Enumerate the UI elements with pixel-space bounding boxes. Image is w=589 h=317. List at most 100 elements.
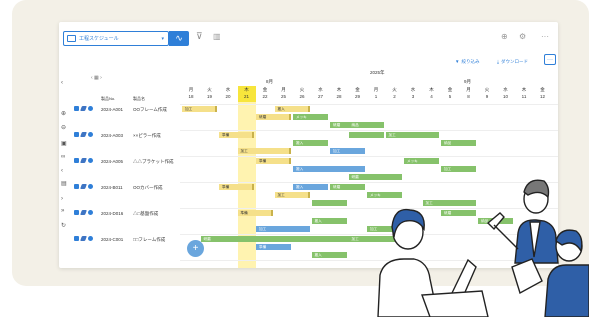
download-button[interactable]: ⤓ ダウンロード xyxy=(497,56,528,67)
document-icon[interactable] xyxy=(74,132,79,137)
task-bar[interactable]: 納品 xyxy=(441,140,476,146)
zoom-in-icon[interactable]: ⊕ xyxy=(61,110,66,117)
date-label[interactable]: 4 xyxy=(423,94,441,99)
edit-icon[interactable] xyxy=(80,158,87,163)
edit-icon[interactable] xyxy=(80,106,87,111)
date-label[interactable]: 25 xyxy=(275,94,293,99)
document-icon[interactable] xyxy=(74,236,79,241)
date-label[interactable]: 29 xyxy=(349,94,367,99)
calendar-icon[interactable]: ▤ xyxy=(61,180,67,187)
task-bar[interactable]: 加工 xyxy=(330,148,365,154)
task-bar[interactable] xyxy=(348,132,384,138)
date-label[interactable]: 9 xyxy=(478,94,496,99)
date-label[interactable]: 27 xyxy=(312,94,330,99)
gear-icon[interactable]: ⚙ xyxy=(519,32,526,41)
row-icons xyxy=(74,236,93,241)
plus-icon[interactable]: ⊕ xyxy=(501,32,508,41)
filter-button[interactable]: ▼ 絞り込み xyxy=(455,56,479,67)
task-bar[interactable]: 研磨 xyxy=(330,184,365,190)
status-icon[interactable] xyxy=(88,184,93,189)
table-row[interactable]: 2024-A005 △△ブラケット作成 xyxy=(73,156,177,182)
task-bar[interactable]: 研磨 xyxy=(256,114,291,120)
date-label[interactable]: 20 xyxy=(219,94,237,99)
task-bar[interactable]: 準備 xyxy=(256,244,291,250)
edit-icon[interactable] xyxy=(80,132,87,137)
task-bar[interactable]: メッキ xyxy=(404,158,439,164)
task-bar[interactable]: 加工 xyxy=(385,132,439,138)
bar-chart-icon[interactable]: ▥ xyxy=(213,32,223,42)
document-icon[interactable] xyxy=(74,210,79,215)
date-label[interactable]: 28 xyxy=(330,94,348,99)
task-bar[interactable]: 加工 xyxy=(182,106,217,112)
date-label[interactable]: 5 xyxy=(441,94,459,99)
table-row[interactable]: 2024-B011 OOカバー作成 xyxy=(73,182,177,208)
task-bar[interactable]: 準備 xyxy=(256,158,291,164)
date-label[interactable]: 12 xyxy=(534,94,552,99)
weekday-label: 水 xyxy=(318,87,323,92)
task-bar[interactable]: 加工 xyxy=(237,148,291,154)
status-icon[interactable] xyxy=(88,106,93,111)
task-bar[interactable]: 搬入 xyxy=(311,252,347,258)
add-fab-button[interactable]: + xyxy=(187,240,204,257)
task-bar[interactable]: メッキ xyxy=(293,114,328,120)
date-label[interactable]: 1 xyxy=(367,94,385,99)
row-icons xyxy=(74,210,93,215)
task-bar[interactable]: 搬入 xyxy=(311,218,347,224)
task-bar[interactable]: 納品 xyxy=(348,122,384,128)
task-bar[interactable]: 加工 xyxy=(256,226,310,232)
date-label[interactable]: 10 xyxy=(497,94,515,99)
wave-chart-button[interactable]: ∿ xyxy=(169,31,189,46)
date-label[interactable]: 21 xyxy=(238,94,256,99)
date-label[interactable]: 26 xyxy=(293,94,311,99)
task-bar[interactable]: 搬入 xyxy=(293,140,328,146)
date-label[interactable]: 11 xyxy=(515,94,533,99)
weekday-label: 木 xyxy=(336,87,342,92)
task-bar[interactable]: 搬入 xyxy=(293,166,365,172)
table-row[interactable]: 2024-D016 △□基盤作成 xyxy=(73,208,177,234)
status-icon[interactable] xyxy=(88,158,93,163)
date-label[interactable]: 3 xyxy=(404,94,422,99)
task-bar[interactable]: 搬入 xyxy=(274,106,310,112)
arrow-right-icon[interactable]: › xyxy=(61,196,63,202)
column-header-name: 製品名 xyxy=(133,96,145,101)
image-icon[interactable]: ▣ xyxy=(61,140,67,147)
task-bar[interactable]: 準備 xyxy=(219,132,254,138)
weekday-label: 木 xyxy=(244,87,249,92)
date-label[interactable]: 19 xyxy=(201,94,219,99)
status-icon[interactable] xyxy=(88,236,93,241)
document-icon[interactable] xyxy=(74,184,79,189)
zoom-out-icon[interactable]: ⊖ xyxy=(61,124,66,131)
more-button[interactable]: ··· xyxy=(544,54,556,65)
edit-icon[interactable] xyxy=(80,210,87,215)
task-bar[interactable]: 加工 xyxy=(274,192,310,198)
weekday-label: 月 xyxy=(466,87,471,92)
product-no: 2024-A005 xyxy=(101,159,124,164)
view-select-dropdown[interactable]: 工程スケジュール ▾ xyxy=(63,31,169,46)
date-label[interactable]: 8 xyxy=(460,94,478,99)
edit-icon[interactable] xyxy=(80,184,87,189)
table-row[interactable]: 2024-A003 ××ピラー作成 xyxy=(73,130,177,156)
expand-icon[interactable]: » xyxy=(61,208,64,214)
status-icon[interactable] xyxy=(88,132,93,137)
ellipsis-icon[interactable]: ··· xyxy=(541,32,549,41)
download-icon: ⤓ xyxy=(497,59,499,64)
arrow-left-icon[interactable]: ‹ xyxy=(61,168,63,174)
task-bar[interactable] xyxy=(311,200,347,206)
date-label[interactable]: 22 xyxy=(256,94,274,99)
task-bar[interactable]: 準備 xyxy=(237,210,273,216)
status-icon[interactable] xyxy=(88,210,93,215)
document-icon[interactable] xyxy=(74,158,79,163)
grid-nav[interactable]: ‹ ▦ › xyxy=(91,75,102,81)
table-row[interactable]: 2024-C001 □□フレーム作成 xyxy=(73,234,177,260)
document-icon[interactable] xyxy=(74,106,79,111)
refresh-icon[interactable]: ↻ xyxy=(61,222,66,229)
task-bar[interactable]: 準備 xyxy=(219,184,254,190)
filter-icon[interactable]: ⊽ xyxy=(196,32,205,41)
collapse-icon[interactable]: ‹ xyxy=(61,80,63,86)
edit-icon[interactable] xyxy=(80,236,87,241)
link-icon[interactable]: ∞ xyxy=(61,154,65,160)
date-label[interactable]: 2 xyxy=(386,94,404,99)
table-row[interactable]: 2024-A001 OOフレーム作成 xyxy=(73,104,177,130)
task-bar[interactable]: 搬入 xyxy=(293,184,328,190)
date-label[interactable]: 18 xyxy=(182,94,200,99)
